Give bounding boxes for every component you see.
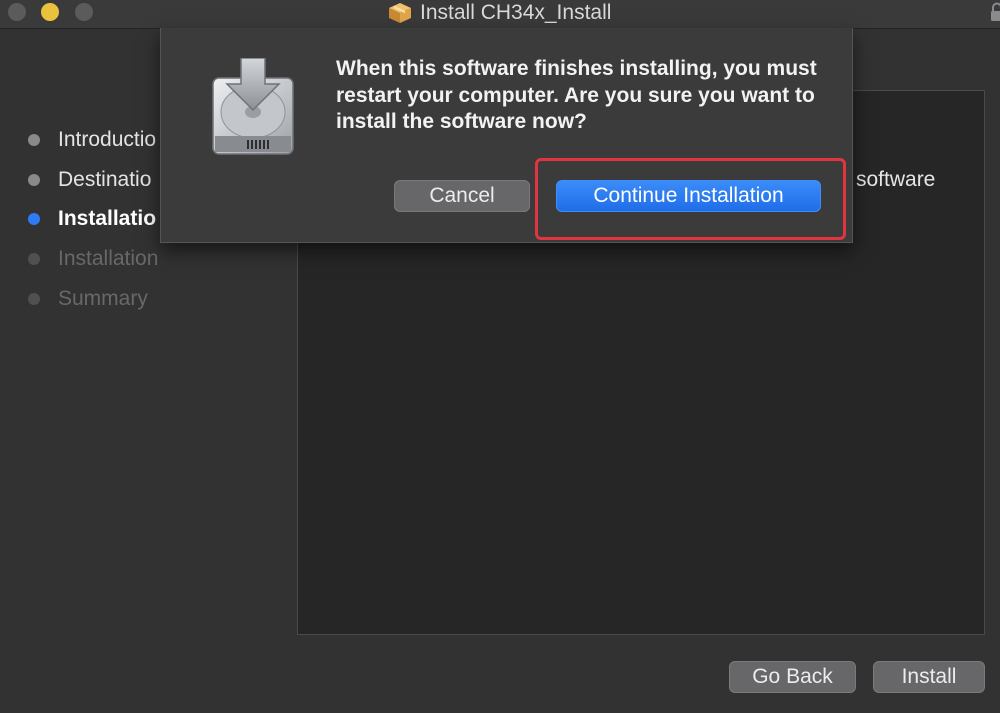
step-status-dot bbox=[28, 174, 40, 186]
step-destination: Destinatio bbox=[28, 160, 151, 200]
cancel-button[interactable]: Cancel bbox=[394, 180, 530, 212]
go-back-button[interactable]: Go Back bbox=[729, 661, 856, 693]
package-icon bbox=[389, 3, 411, 23]
step-label: Destinatio bbox=[58, 168, 152, 191]
title-bar: Install CH34x_Install bbox=[0, 0, 1000, 29]
step-label: Installation bbox=[58, 247, 159, 270]
content-partial-text: software bbox=[856, 168, 936, 191]
step-summary: Summary bbox=[28, 279, 148, 319]
highlight-annotation bbox=[535, 158, 846, 240]
zoom-window-button[interactable] bbox=[75, 3, 93, 21]
step-status-dot bbox=[28, 253, 40, 265]
dialog-message: When this software finishes installing, … bbox=[336, 57, 817, 133]
window-title-text: Install CH34x_Install bbox=[420, 1, 612, 24]
lock-icon[interactable] bbox=[990, 2, 1000, 22]
step-label: Installatio bbox=[58, 207, 157, 230]
step-installation: Installation bbox=[28, 239, 158, 279]
step-installation-type: Installatio bbox=[28, 199, 156, 239]
close-window-button[interactable] bbox=[8, 3, 26, 21]
install-button[interactable]: Install bbox=[873, 661, 985, 693]
minimize-window-button[interactable] bbox=[41, 3, 59, 21]
step-status-dot bbox=[28, 134, 40, 146]
step-introduction: Introductio bbox=[28, 120, 156, 160]
window-title: Install CH34x_Install bbox=[388, 1, 611, 25]
step-status-dot bbox=[28, 293, 40, 305]
step-label: Introductio bbox=[58, 128, 157, 151]
step-label: Summary bbox=[58, 287, 148, 310]
installer-disk-icon bbox=[212, 58, 294, 155]
step-status-dot bbox=[28, 213, 40, 225]
